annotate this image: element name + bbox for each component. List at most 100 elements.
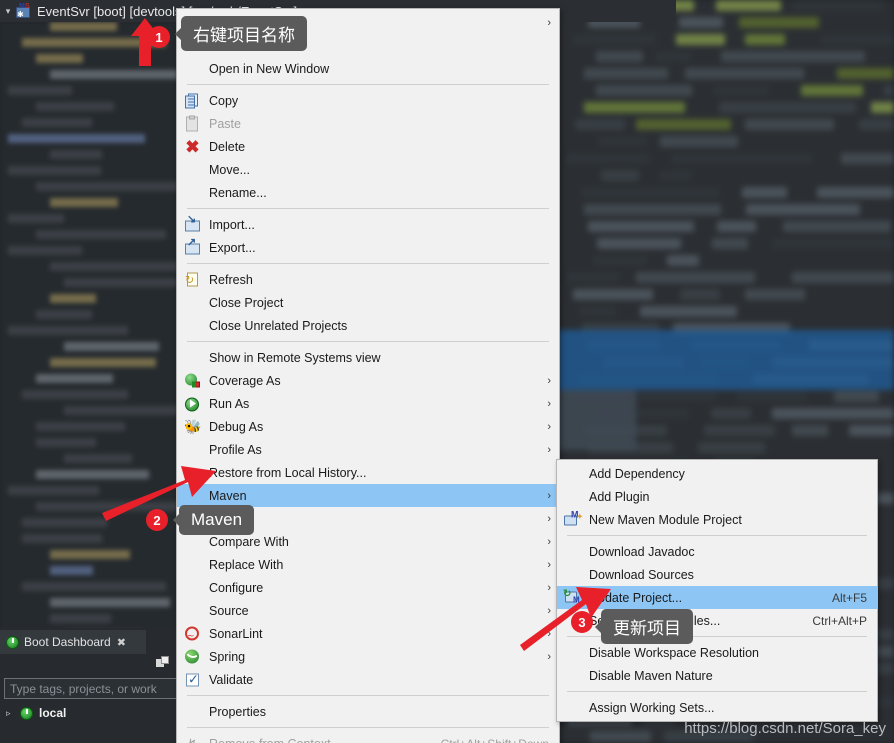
menu-item-label: Configure: [209, 580, 264, 595]
menu-item-download-javadoc[interactable]: Download Javadoc: [557, 540, 877, 563]
menu-item-team[interactable]: Team ›: [177, 507, 559, 530]
menu-item-run-as[interactable]: Run As ›: [177, 392, 559, 415]
menu-item-disable-maven-nature[interactable]: Disable Maven Nature: [557, 664, 877, 687]
menu-item-refresh[interactable]: ↻ Refresh: [177, 268, 559, 291]
menu-item-maven[interactable]: Maven ›: [177, 484, 559, 507]
menu-item-configure[interactable]: Configure ›: [177, 576, 559, 599]
menu-item-label: Validate: [209, 672, 254, 687]
chevron-right-icon: ›: [547, 374, 551, 387]
menu-item-label: Download Sources: [589, 567, 694, 582]
menu-item-label: Export...: [209, 240, 256, 255]
menu-separator: [567, 691, 867, 692]
menu-item-label: Select Maven Profiles...: [589, 613, 721, 628]
checkbox-icon[interactable]: ✓: [184, 671, 201, 688]
menu-item-rename[interactable]: Rename...: [177, 181, 559, 204]
menu-item-label: SonarLint: [209, 626, 263, 641]
menu-item-paste[interactable]: Paste: [177, 112, 559, 135]
menu-item-go-into[interactable]: Go Into: [177, 34, 559, 57]
menu-item-label: Disable Workspace Resolution: [589, 645, 759, 660]
menu-item-close-project[interactable]: Close Project: [177, 291, 559, 314]
menu-item-label: Delete: [209, 139, 246, 154]
menu-item-shortcut: Ctrl+Alt+Shift+Down: [441, 737, 549, 743]
menu-item-open-in-new-window[interactable]: Open in New Window: [177, 57, 559, 80]
menu-item-label: Coverage As: [209, 373, 281, 388]
menu-item-shortcut: Ctrl+Alt+P: [812, 613, 867, 628]
menu-item-label: Spring: [209, 649, 246, 664]
watermark-url: https://blog.csdn.net/Sora_key: [684, 720, 886, 737]
menu-item-label: Add Plugin: [589, 489, 650, 504]
menu-item-shortcut: Alt+F5: [831, 590, 867, 605]
menu-item-label: Remove from Context: [209, 737, 421, 743]
menu-item-validate[interactable]: ✓ Validate: [177, 668, 559, 691]
coverage-icon: [184, 372, 201, 389]
sonarlint-icon: ∼: [184, 625, 201, 642]
menu-item-update-project[interactable]: ↻ M Update Project... Alt+F5: [557, 586, 877, 609]
menu-item-label: Refresh: [209, 272, 253, 287]
menu-item-remove-from-context[interactable]: ↯ Remove from Context Ctrl+Alt+Shift+Down: [177, 732, 559, 743]
menu-separator: [187, 263, 549, 264]
boot-dashboard-tree-item-local[interactable]: ▹ local: [6, 706, 66, 720]
menu-item-sonarlint[interactable]: ∼ SonarLint ›: [177, 622, 559, 645]
new-maven-module-icon: M ✦: [564, 510, 584, 528]
menu-item-replace-with[interactable]: Replace With ›: [177, 553, 559, 576]
menu-item-assign-working-sets[interactable]: Assign Working Sets...: [557, 696, 877, 719]
menu-item-new-maven-module-project[interactable]: M ✦ New Maven Module Project: [557, 508, 877, 531]
expand-arrow-icon[interactable]: ▹: [6, 708, 20, 719]
menu-item-add-dependency[interactable]: Add Dependency: [557, 462, 877, 485]
menu-item-close-unrelated-projects[interactable]: Close Unrelated Projects: [177, 314, 559, 337]
menu-item-download-sources[interactable]: Download Sources: [557, 563, 877, 586]
menu-item-label: Profile As: [209, 442, 262, 457]
power-icon: [6, 635, 19, 649]
menu-item-label: Import...: [209, 217, 255, 232]
run-icon: [184, 395, 201, 412]
spring-icon: [184, 648, 201, 665]
menu-item-source[interactable]: Source ›: [177, 599, 559, 622]
menu-separator: [187, 84, 549, 85]
menu-item-label: Update Project...: [589, 590, 683, 605]
chevron-right-icon: ›: [547, 558, 551, 571]
paste-icon: [184, 115, 201, 132]
menu-item-label: Team: [209, 511, 240, 526]
menu-item-show-in-remote-systems-view[interactable]: Show in Remote Systems view: [177, 346, 559, 369]
view-menu-icon[interactable]: [156, 656, 170, 668]
chevron-right-icon: ›: [547, 627, 551, 640]
menu-item-label: Restore from Local History...: [209, 465, 367, 480]
menu-item-restore-from-local-history[interactable]: Restore from Local History...: [177, 461, 559, 484]
menu-item-new[interactable]: New ›: [177, 11, 559, 34]
menu-item-move[interactable]: Move...: [177, 158, 559, 181]
menu-item-add-plugin[interactable]: Add Plugin: [557, 485, 877, 508]
menu-item-coverage-as[interactable]: Coverage As ›: [177, 369, 559, 392]
menu-item-label: Compare With: [209, 534, 289, 549]
menu-item-label: Close Project: [209, 295, 284, 310]
menu-item-profile-as[interactable]: Profile As ›: [177, 438, 559, 461]
boot-dashboard-tab-label: Boot Dashboard: [24, 635, 111, 649]
tab-boot-dashboard[interactable]: Boot Dashboard ✖: [0, 630, 146, 654]
menu-item-label: Download Javadoc: [589, 544, 695, 559]
maven-submenu[interactable]: Add Dependency Add Plugin M ✦ New Maven Modu…: [556, 459, 878, 722]
screenshot-root: ▾ M S ✱ EventSvr [boot] [devtools] [src/…: [0, 0, 894, 743]
menu-item-import[interactable]: ↘ Import...: [177, 213, 559, 236]
menu-item-export[interactable]: ↗ Export...: [177, 236, 559, 259]
menu-item-properties[interactable]: Properties: [177, 700, 559, 723]
menu-item-disable-workspace-resolution[interactable]: Disable Workspace Resolution: [557, 641, 877, 664]
menu-item-spring[interactable]: Spring ›: [177, 645, 559, 668]
menu-item-select-maven-profiles[interactable]: Select Maven Profiles... Ctrl+Alt+P: [557, 609, 877, 632]
menu-item-label: Paste: [209, 116, 241, 131]
menu-item-label: Go Into: [209, 38, 250, 53]
chevron-right-icon: ›: [547, 535, 551, 548]
menu-item-debug-as[interactable]: 🐝 Debug As ›: [177, 415, 559, 438]
menu-separator: [187, 727, 549, 728]
menu-item-label: New Maven Module Project: [589, 512, 742, 527]
menu-item-compare-with[interactable]: Compare With ›: [177, 530, 559, 553]
close-icon[interactable]: ✖: [117, 636, 126, 649]
menu-item-label: Add Dependency: [589, 466, 685, 481]
menu-item-label: Replace With: [209, 557, 284, 572]
project-context-menu[interactable]: New › Go Into Open in New Window Copy Paste ✖ D…: [176, 8, 560, 743]
chevron-right-icon: ›: [547, 397, 551, 410]
chevron-right-icon: ›: [547, 420, 551, 433]
maven-project-icon: M S ✱: [16, 2, 30, 19]
menu-item-delete[interactable]: ✖ Delete: [177, 135, 559, 158]
menu-item-copy[interactable]: Copy: [177, 89, 559, 112]
tree-collapse-arrow[interactable]: ▾: [0, 6, 16, 17]
menu-separator: [567, 636, 867, 637]
